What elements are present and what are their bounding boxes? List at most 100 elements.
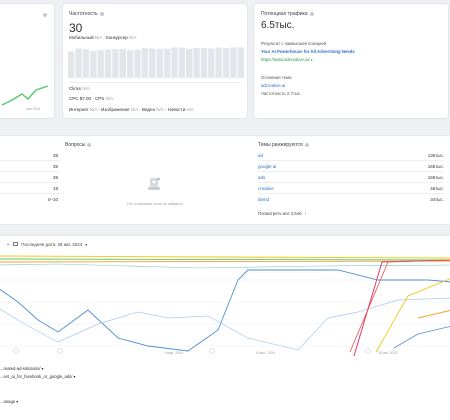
last-date-label[interactable]: Последняя дата: 26 авг. 2024 (21, 242, 82, 247)
frequency-bar (156, 48, 163, 78)
top-result-url[interactable]: https://www.adcreative.ai/ (261, 57, 310, 62)
keyword-value: 0–10 (47, 197, 58, 202)
ranking-topic[interactable]: creative (258, 186, 274, 191)
ranking-topic[interactable]: google ai (258, 164, 276, 169)
frequency-bar (104, 49, 112, 78)
collapse-icon[interactable]: ⌄ (6, 241, 10, 247)
frequency-bar (222, 48, 230, 78)
keyword-value: 39 (52, 175, 58, 180)
frequency-bar (149, 48, 156, 78)
frequency-history-chart (68, 47, 244, 78)
series-green (0, 258, 450, 261)
series-orange-rise (417, 310, 450, 319)
frequency-bar (112, 49, 119, 78)
chevron-right-icon[interactable]: › (305, 211, 306, 216)
keyword-value: 19 (52, 186, 58, 191)
frequency-bar (208, 48, 215, 78)
divider (258, 182, 444, 183)
keyword-value: 39 (52, 153, 58, 158)
x-label-3: 26 авг. 2024 (378, 351, 397, 355)
ranking-topic[interactable]: blend (258, 197, 269, 202)
mobile-label: Мобильный (69, 35, 94, 40)
divider (258, 193, 444, 194)
chevron-down-icon[interactable]: ▾ (42, 366, 44, 371)
series-yellow-rise (375, 278, 450, 353)
series-blue (0, 269, 450, 352)
traffic-value: 6.5тыс. (261, 20, 295, 31)
questions-title: Вопросы (65, 142, 86, 148)
frequency-bar (127, 50, 134, 78)
clicks-value: N/A (82, 86, 90, 91)
ranking-value: 165тыс. (427, 164, 444, 169)
news-value: N/A (186, 107, 194, 112)
frequency-bar (75, 48, 82, 78)
frequency-bar (193, 48, 200, 78)
frequency-bar (237, 47, 244, 78)
view-all-link[interactable]: Посмотреть все 2,546 (258, 211, 302, 216)
series-red (349, 259, 450, 353)
positions-history-chart: 1 мар. 2024 9 июл. 2024 26 авг. 2024 (0, 255, 450, 357)
series-blue-end (393, 326, 450, 349)
trend-date: янв 2024 (26, 107, 41, 111)
ranking-title: Темы ранжируются (258, 142, 303, 148)
internet-label: Интернет (69, 107, 89, 112)
trend-card: янв 2024 (0, 4, 54, 118)
divider (258, 171, 444, 172)
calendar-icon (13, 242, 19, 246)
top-result-title[interactable]: Your AI Powerhouse for All Advertising N… (261, 49, 355, 54)
trend-chart-section: ⌄ Последняя дата: 26 авг. 2024 ▾ 1 мар. … (0, 236, 450, 420)
frequency-bar (215, 47, 222, 78)
images-value: N/A (130, 107, 138, 112)
questions-empty-text: Нет ключевых слов не найдено (127, 202, 183, 206)
info-icon (99, 12, 104, 16)
frequency-bar (68, 51, 75, 78)
main-topic-link[interactable]: adcreative.ai (261, 83, 285, 88)
main-topic-frequency: Частотность 2.7тыс. (261, 91, 302, 96)
ranking-value: 165тыс. (427, 175, 444, 180)
frequency-bar (163, 48, 171, 78)
video-label: Видео (141, 107, 156, 112)
frequency-bar (171, 47, 178, 78)
frequency-bar (119, 48, 126, 78)
ranking-value: 136тыс. (427, 153, 444, 158)
cps-value: N/A (105, 96, 114, 101)
url-row-3[interactable]: ...anage (0, 399, 15, 404)
chevron-down-icon[interactable]: ▾ (16, 399, 18, 404)
url-row-1[interactable]: ...reated-ad-solutions/ (0, 366, 41, 371)
keywords-section: 39 39 39 19 0–10 Вопросы Нет ключевых слов н… (0, 136, 450, 224)
frequency-bar (178, 47, 185, 78)
frequency-bar (230, 47, 237, 78)
ranking-topic[interactable]: ads (258, 175, 265, 180)
cpc-value: $7.00 (79, 96, 92, 101)
series-teal (0, 263, 450, 269)
top-result-label: Результат с наивысшей позицией (261, 41, 327, 46)
news-label: Новости (167, 107, 186, 112)
competitor-value: N/A (129, 35, 137, 40)
chevron-down-icon[interactable]: ▾ (73, 374, 75, 379)
x-label-1: 1 мар. 2024 (164, 351, 183, 355)
divider (0, 193, 60, 194)
ranking-value: 46тыс. (430, 186, 444, 191)
url-row-2[interactable]: ...est_ai_for_facebook_or_google_ads/ (0, 374, 72, 379)
frequency-value: 30 (69, 21, 83, 35)
frequency-card: Частотность 30 Мобильный N/A · Конкурсер… (63, 4, 247, 118)
frequency-bar (97, 50, 104, 78)
chevron-down-icon[interactable]: ▾ (311, 58, 313, 62)
frequency-bar (141, 48, 149, 78)
video-value: N/A (156, 107, 164, 112)
internet-value: N/A (89, 107, 98, 112)
clicks-label: Clicks (69, 86, 81, 91)
traffic-card: Потенциал трафика 6.5тыс. Результат с на… (254, 4, 448, 118)
ranking-topic[interactable]: ad (258, 153, 263, 158)
divider (0, 182, 60, 183)
divider (258, 160, 444, 161)
info-icon (309, 12, 314, 16)
keyword-value: 39 (52, 164, 58, 169)
mobile-value: N/A (94, 35, 103, 40)
divider (0, 171, 60, 172)
frequency-title: Частотность (69, 11, 98, 17)
chevron-down-icon[interactable]: ▾ (85, 242, 87, 247)
traffic-title: Потенциал трафика (261, 11, 308, 17)
trend-sparkline (1, 85, 49, 106)
info-icon (304, 143, 309, 147)
